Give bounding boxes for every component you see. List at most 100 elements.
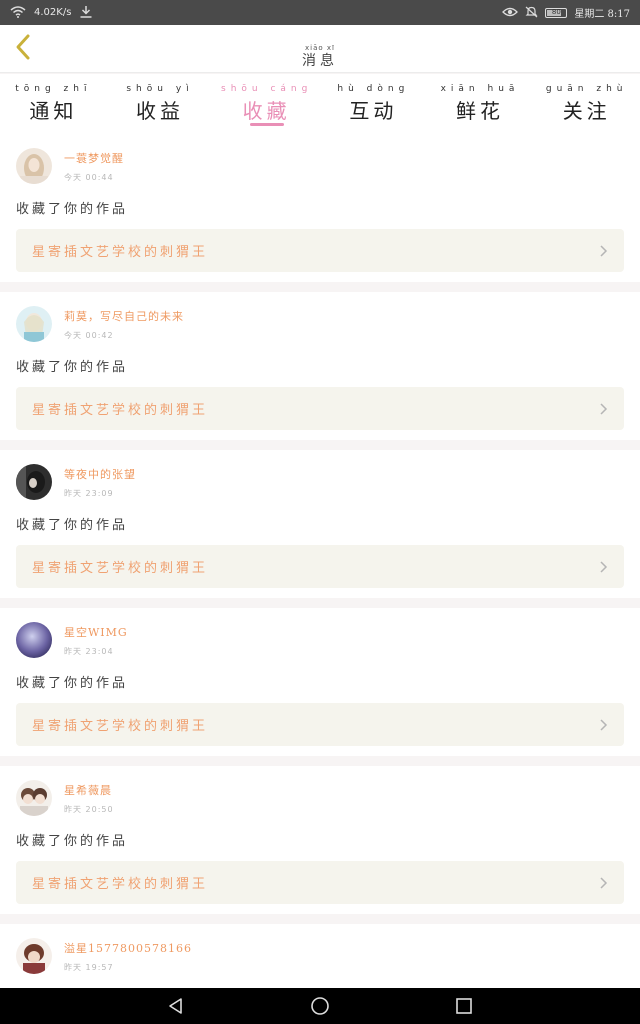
time-value: 20:50 [85, 804, 114, 814]
app-screen: 4.02K/s 80 星期二 8:17 xiāo xī 消息 tōng zhī … [0, 0, 640, 1024]
tab-pinyin: guān zhù [545, 84, 628, 94]
tab-label: 关注 [562, 99, 611, 123]
chevron-right-icon [598, 876, 608, 890]
tab-pinyin: shōu yì [126, 84, 194, 94]
work-link[interactable]: 星寄插文艺学校的刺猬王 [16, 229, 624, 272]
user-info: 一蓑梦觉醒 今天 00:44 [64, 150, 124, 183]
avatar[interactable] [16, 148, 52, 184]
status-bar: 4.02K/s 80 星期二 8:17 [0, 0, 640, 25]
page-title: xiāo xī 消息 [0, 35, 640, 69]
action-text: 收藏了你的作品 [16, 360, 129, 375]
list-item: 星希薇晨 昨天 20:50 收藏了你的作品 星寄插文艺学校的刺猬王 [0, 766, 640, 914]
time-value: 23:09 [85, 488, 114, 498]
tab-flowers[interactable]: xiān huā 鲜花 [427, 74, 534, 134]
work-link[interactable]: 星寄插文艺学校的刺猬王 [16, 545, 624, 588]
net-speed: 4.02K/s [34, 7, 72, 18]
back-triangle-icon[interactable] [164, 994, 188, 1018]
work-title: 星寄插文艺学校的刺猬王 [32, 877, 209, 892]
action-text: 收藏了你的作品 [16, 676, 129, 691]
user-name[interactable]: 星希薇晨 [64, 782, 114, 798]
avatar[interactable] [16, 464, 52, 500]
list-item: 等夜中的张望 昨天 23:09 收藏了你的作品 星寄插文艺学校的刺猬王 [0, 450, 640, 598]
tab-label: 通知 [29, 99, 78, 123]
home-circle-icon[interactable] [308, 994, 332, 1018]
user-info: 星空WIMG 昨天 23:04 [64, 624, 128, 657]
user-info: 溢星1577800578166 昨天 19:57 [64, 940, 192, 973]
work-link[interactable]: 星寄插文艺学校的刺猬王 [16, 861, 624, 904]
tab-notifications[interactable]: tōng zhī 通知 [0, 74, 107, 134]
status-right: 80 星期二 8:17 [502, 5, 630, 20]
time-prefix: 今天 [64, 330, 82, 340]
tab-bar: tōng zhī 通知 shōu yì 收益 shōu cáng 收藏 hù d… [0, 74, 640, 134]
title-pinyin: xiāo xī [305, 44, 335, 52]
user-name[interactable]: 莉莫，写尽自己的未来 [64, 308, 184, 324]
title-text: 消息 [302, 53, 338, 69]
avatar[interactable] [16, 780, 52, 816]
time-prefix: 昨天 [64, 962, 82, 972]
date-time: 星期二 8:17 [574, 9, 630, 20]
avatar[interactable] [16, 306, 52, 342]
post-time: 昨天 20:50 [64, 804, 114, 815]
chevron-right-icon [598, 718, 608, 732]
notification-list[interactable]: 一蓑梦觉醒 今天 00:44 收藏了你的作品 星寄插文艺学校的刺猬王 莉莫，写尽… [0, 134, 640, 988]
work-link[interactable]: 星寄插文艺学校的刺猬王 [16, 703, 624, 746]
post-time: 昨天 23:09 [64, 488, 136, 499]
card-header: 一蓑梦觉醒 今天 00:44 [16, 148, 624, 184]
chevron-right-icon [598, 402, 608, 416]
tab-pinyin: shōu cáng [221, 84, 313, 94]
tab-following[interactable]: guān zhù 关注 [533, 74, 640, 134]
tab-interactions[interactable]: hù dòng 互动 [320, 74, 427, 134]
card-header: 星空WIMG 昨天 23:04 [16, 622, 624, 658]
time-value: 00:44 [85, 172, 114, 182]
tab-pinyin: xiān huā [440, 84, 520, 94]
card-header: 等夜中的张望 昨天 23:09 [16, 464, 624, 500]
download-icon [79, 5, 93, 20]
user-name[interactable]: 等夜中的张望 [64, 466, 136, 482]
user-info: 星希薇晨 昨天 20:50 [64, 782, 114, 815]
tab-label: 收益 [136, 99, 184, 123]
user-info: 莉莫，写尽自己的未来 今天 00:42 [64, 308, 184, 341]
avatar[interactable] [16, 938, 52, 974]
avatar[interactable] [16, 622, 52, 658]
action-text: 收藏了你的作品 [16, 202, 129, 217]
tab-label: 互动 [349, 99, 398, 123]
mute-icon [525, 6, 538, 20]
work-title: 星寄插文艺学校的刺猬王 [32, 719, 209, 734]
time-prefix: 昨天 [64, 804, 82, 814]
wifi-icon [10, 5, 26, 20]
action-text: 收藏了你的作品 [16, 834, 129, 849]
recents-square-icon[interactable] [452, 994, 476, 1018]
time-value: 23:04 [85, 646, 114, 656]
title-ruby: xiāo xī 消息 [302, 44, 338, 69]
time-value: 19:57 [85, 962, 114, 972]
tab-label: 鲜花 [456, 99, 505, 123]
list-item: 溢星1577800578166 昨天 19:57 [0, 924, 640, 988]
system-nav-bar [0, 988, 640, 1024]
work-link[interactable]: 星寄插文艺学校的刺猬王 [16, 387, 624, 430]
card-header: 星希薇晨 昨天 20:50 [16, 780, 624, 816]
work-title: 星寄插文艺学校的刺猬王 [32, 561, 209, 576]
time-value: 00:42 [85, 330, 114, 340]
battery-level-text: 80 [551, 7, 561, 16]
work-title: 星寄插文艺学校的刺猬王 [32, 403, 209, 418]
user-info: 等夜中的张望 昨天 23:09 [64, 466, 136, 499]
time-prefix: 今天 [64, 172, 82, 182]
work-title: 星寄插文艺学校的刺猬王 [32, 245, 209, 260]
app-header: xiāo xī 消息 [0, 25, 640, 73]
list-item: 莉莫，写尽自己的未来 今天 00:42 收藏了你的作品 星寄插文艺学校的刺猬王 [0, 292, 640, 440]
tab-favorites[interactable]: shōu cáng 收藏 [213, 74, 320, 134]
tab-earnings[interactable]: shōu yì 收益 [107, 74, 214, 134]
post-time: 昨天 19:57 [64, 962, 192, 973]
status-left: 4.02K/s [10, 5, 93, 20]
chevron-right-icon [598, 244, 608, 258]
action-text: 收藏了你的作品 [16, 518, 129, 533]
user-name[interactable]: 一蓑梦觉醒 [64, 150, 124, 166]
post-time: 昨天 23:04 [64, 646, 128, 657]
card-header: 莉莫，写尽自己的未来 今天 00:42 [16, 306, 624, 342]
user-name[interactable]: 溢星1577800578166 [64, 940, 192, 956]
post-time: 今天 00:44 [64, 172, 124, 183]
card-header: 溢星1577800578166 昨天 19:57 [16, 938, 624, 974]
time-prefix: 昨天 [64, 488, 82, 498]
user-name[interactable]: 星空WIMG [64, 624, 128, 640]
battery-icon: 80 [545, 7, 568, 18]
